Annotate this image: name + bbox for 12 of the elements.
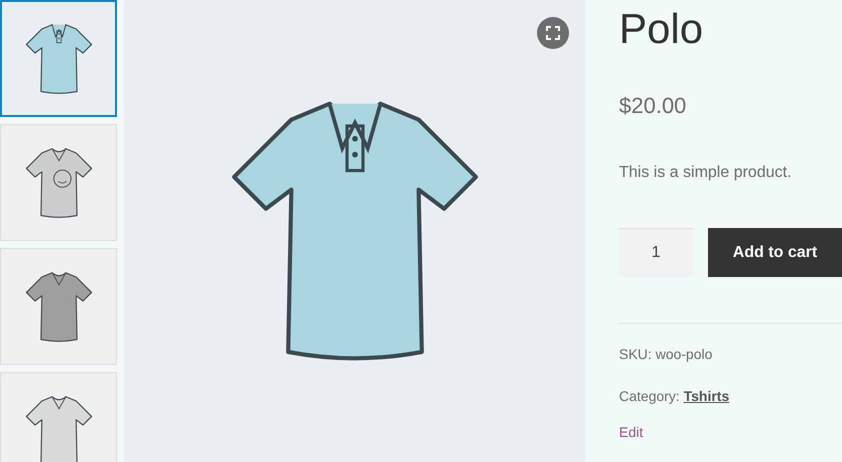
- quantity-field[interactable]: 1: [619, 228, 693, 277]
- category-label: Category:: [619, 388, 680, 404]
- category-link[interactable]: Tshirts: [684, 388, 730, 404]
- add-to-cart-button[interactable]: Add to cart: [708, 228, 842, 277]
- fullscreen-button[interactable]: [537, 17, 569, 49]
- sku-text: SKU: woo-polo: [619, 345, 714, 364]
- product-title: Polo: [619, 4, 704, 54]
- product-description: This is a simple product.: [619, 163, 793, 183]
- product-thumbnail[interactable]: [0, 0, 117, 117]
- edit-link[interactable]: Edit: [619, 424, 644, 440]
- expand-icon: [546, 26, 560, 40]
- product-price: $20.00: [619, 92, 688, 120]
